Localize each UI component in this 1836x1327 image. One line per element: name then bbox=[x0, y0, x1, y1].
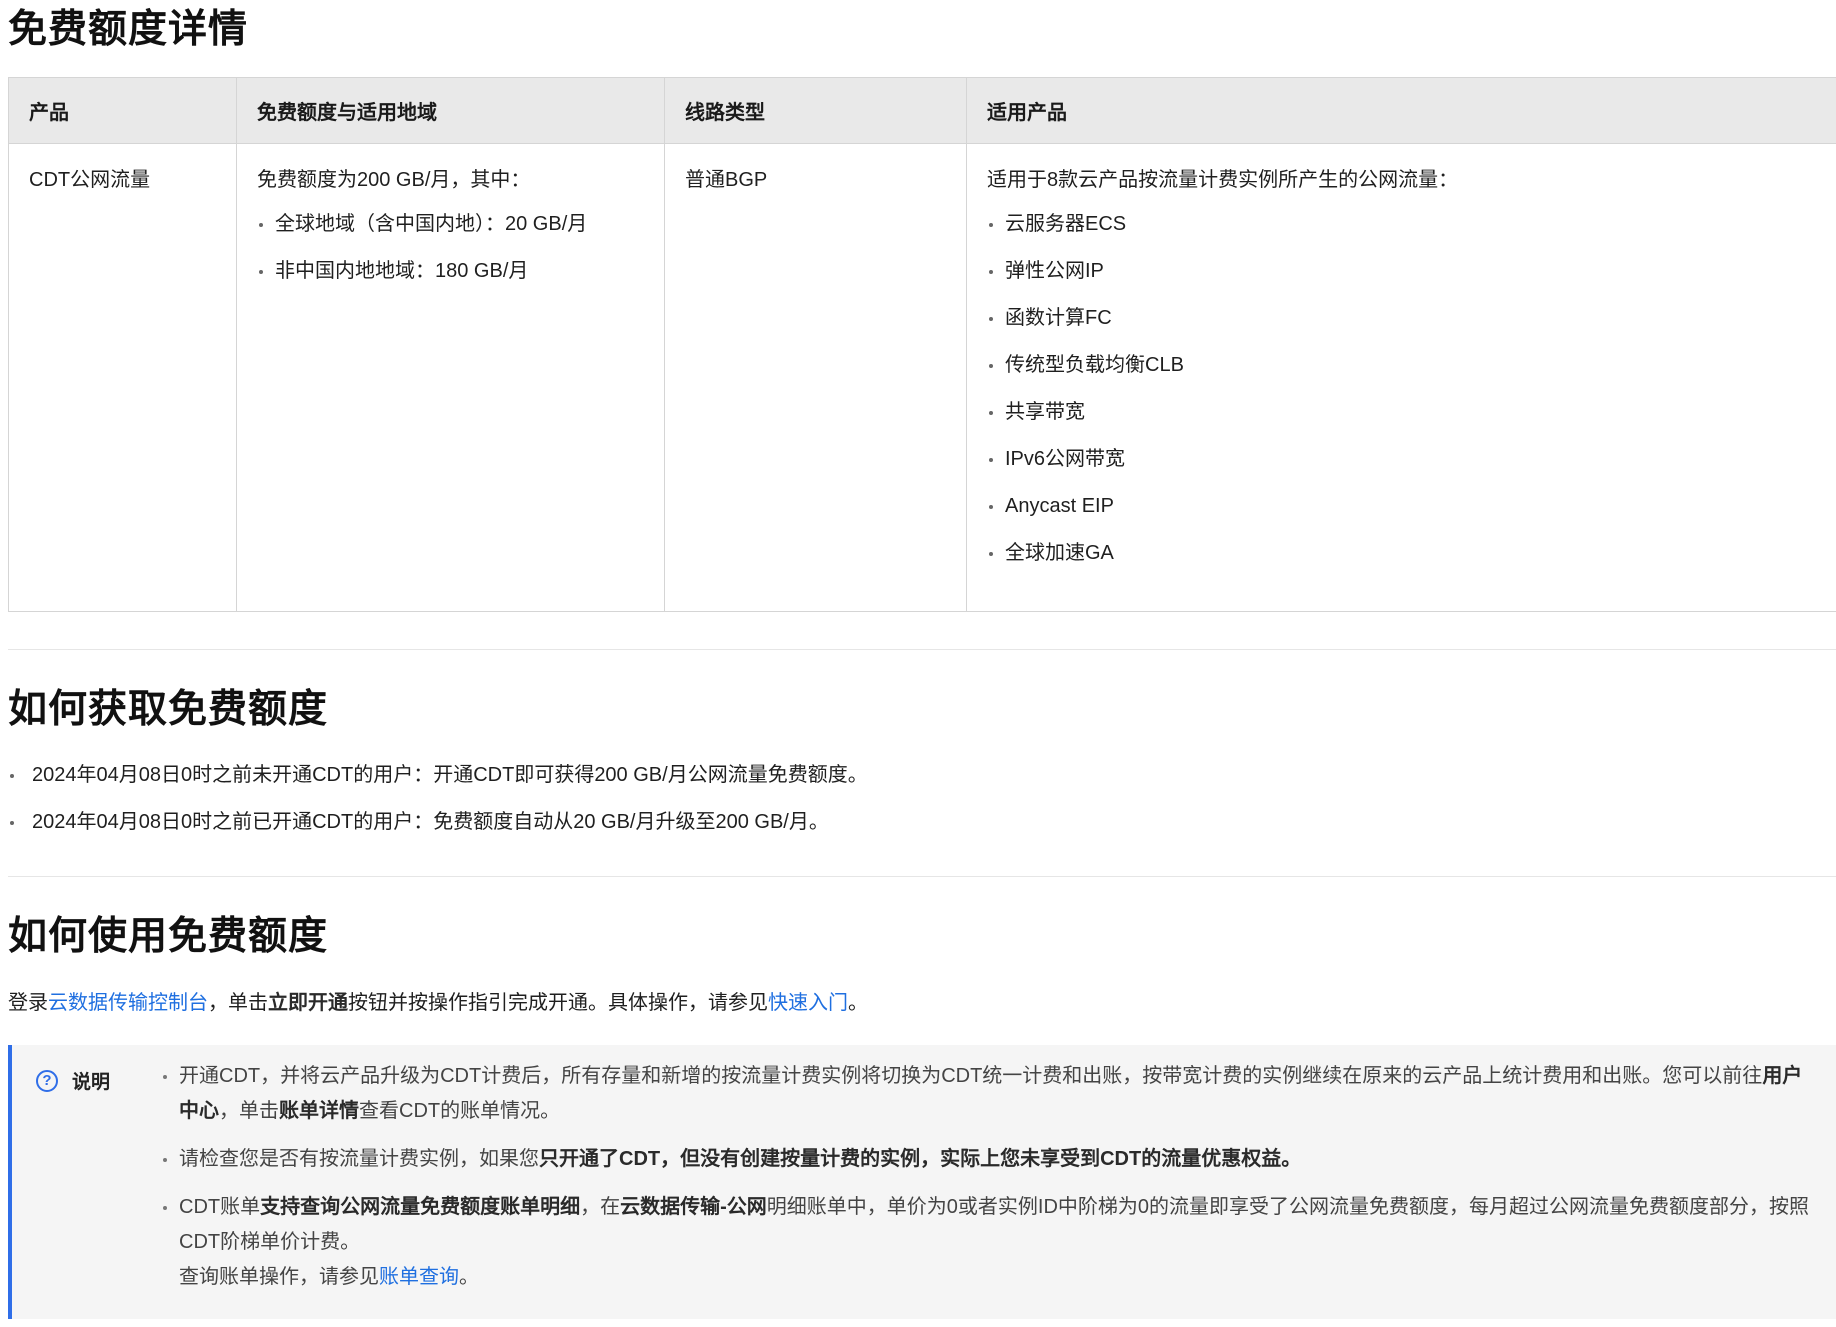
bold-text: 支持查询公网流量免费额度账单明细 bbox=[260, 1196, 581, 1218]
note-item: CDT账单支持查询公网流量免费额度账单明细，在云数据传输-公网明细账单中，单价为… bbox=[163, 1190, 1819, 1295]
bill-detail-bold: 账单详情 bbox=[279, 1100, 359, 1122]
col-header-product: 产品 bbox=[8, 77, 237, 144]
section-divider bbox=[8, 649, 1836, 650]
list-item: 弹性公网IP bbox=[989, 256, 1836, 303]
cell-line-type: 普通BGP bbox=[664, 143, 967, 612]
col-header-quota: 免费额度与适用地域 bbox=[236, 77, 665, 144]
list-item: 2024年04月08日0时之前未开通CDT的用户：开通CDT即可获得200 GB… bbox=[10, 760, 868, 807]
text: 开通CDT，并将云产品升级为CDT计费后，所有存量和新增的按流量计费实例将切换为… bbox=[179, 1065, 1763, 1087]
warning-bold: 只开通了CDT，但没有创建按量计费的实例，实际上您未享受到CDT的流量优惠权益。 bbox=[539, 1148, 1302, 1170]
cell-quota: 免费额度为200 GB/月，其中： 全球地域（含中国内地）：20 GB/月 非中… bbox=[236, 143, 665, 612]
get-quota-list: 2024年04月08日0时之前未开通CDT的用户：开通CDT即可获得200 GB… bbox=[10, 760, 868, 854]
text: 。 bbox=[848, 992, 868, 1014]
list-item: 云服务器ECS bbox=[989, 209, 1836, 256]
section-divider bbox=[8, 876, 1836, 877]
question-circle-icon: ? bbox=[36, 1069, 58, 1092]
text: ，单击 bbox=[219, 1100, 279, 1122]
free-quota-table: 产品 免费额度与适用地域 线路类型 适用产品 CDT公网流量 免费额度为200 … bbox=[8, 77, 1836, 612]
note-list: 开通CDT，并将云产品升级为CDT计费后，所有存量和新增的按流量计费实例将切换为… bbox=[163, 1059, 1819, 1308]
text: 查询账单操作，请参见 bbox=[179, 1266, 379, 1288]
section-title-free-quota: 免费额度详情 bbox=[8, 7, 249, 52]
quick-start-link[interactable]: 快速入门 bbox=[768, 992, 848, 1014]
line-type: 普通BGP bbox=[685, 169, 768, 191]
table-header-row: 产品 免费额度与适用地域 线路类型 适用产品 bbox=[8, 77, 1836, 144]
use-quota-paragraph: 登录云数据传输控制台，单击立即开通按钮并按操作指引完成开通。具体操作，请参见快速… bbox=[8, 988, 868, 1018]
list-item: 非中国内地地域：180 GB/月 bbox=[259, 256, 664, 303]
product-name: CDT公网流量 bbox=[29, 169, 151, 191]
note-title: 说明 bbox=[72, 1072, 111, 1093]
col-header-line-type: 线路类型 bbox=[664, 77, 967, 144]
text: ，单击 bbox=[208, 992, 268, 1014]
cell-applicable: 适用于8款云产品按流量计费实例所产生的公网流量： 云服务器ECS 弹性公网IP … bbox=[966, 143, 1836, 612]
quota-intro: 免费额度为200 GB/月，其中： bbox=[257, 169, 531, 191]
text: 查看CDT的账单情况。 bbox=[359, 1100, 561, 1122]
list-item: 全球加速GA bbox=[989, 538, 1836, 585]
text: 按钮并按操作指引完成开通。具体操作，请参见 bbox=[348, 992, 768, 1014]
list-item: IPv6公网带宽 bbox=[989, 444, 1836, 491]
text: 。 bbox=[459, 1266, 479, 1288]
list-item: 全球地域（含中国内地）：20 GB/月 bbox=[259, 209, 664, 256]
note-item: 开通CDT，并将云产品升级为CDT计费后，所有存量和新增的按流量计费实例将切换为… bbox=[163, 1059, 1819, 1129]
list-item: Anycast EIP bbox=[989, 491, 1836, 538]
text: ，在 bbox=[580, 1196, 621, 1218]
list-item: 共享带宽 bbox=[989, 397, 1836, 444]
section-title-get-quota: 如何获取免费额度 bbox=[8, 687, 329, 732]
list-item: 传统型负载均衡CLB bbox=[989, 350, 1836, 397]
section-title-use-quota: 如何使用免费额度 bbox=[8, 914, 329, 959]
cell-product: CDT公网流量 bbox=[8, 143, 237, 612]
list-item: 2024年04月08日0时之前已开通CDT的用户：免费额度自动从20 GB/月升… bbox=[10, 807, 868, 854]
note-item: 请检查您是否有按流量计费实例，如果您只开通了CDT，但没有创建按量计费的实例，实… bbox=[163, 1142, 1819, 1177]
applicable-list: 云服务器ECS 弹性公网IP 函数计算FC 传统型负载均衡CLB 共享带宽 IP… bbox=[987, 209, 1836, 585]
text: 请检查您是否有按流量计费实例，如果您 bbox=[179, 1148, 539, 1170]
table-row: CDT公网流量 免费额度为200 GB/月，其中： 全球地域（含中国内地）：20… bbox=[8, 143, 1836, 612]
note-header: ? 说明 bbox=[36, 1067, 110, 1094]
applicable-intro: 适用于8款云产品按流量计费实例所产生的公网流量： bbox=[987, 169, 1459, 191]
bold-text: 云数据传输-公网 bbox=[620, 1196, 767, 1218]
text: 登录 bbox=[8, 992, 48, 1014]
text: CDT账单 bbox=[179, 1196, 261, 1218]
console-link[interactable]: 云数据传输控制台 bbox=[48, 992, 208, 1014]
quota-list: 全球地域（含中国内地）：20 GB/月 非中国内地地域：180 GB/月 bbox=[257, 209, 664, 303]
note-box: ? 说明 开通CDT，并将云产品升级为CDT计费后，所有存量和新增的按流量计费实… bbox=[8, 1045, 1836, 1319]
list-item: 函数计算FC bbox=[989, 303, 1836, 350]
bill-query-link[interactable]: 账单查询 bbox=[379, 1266, 459, 1288]
col-header-applicable: 适用产品 bbox=[966, 77, 1836, 144]
open-now-bold: 立即开通 bbox=[268, 992, 348, 1014]
